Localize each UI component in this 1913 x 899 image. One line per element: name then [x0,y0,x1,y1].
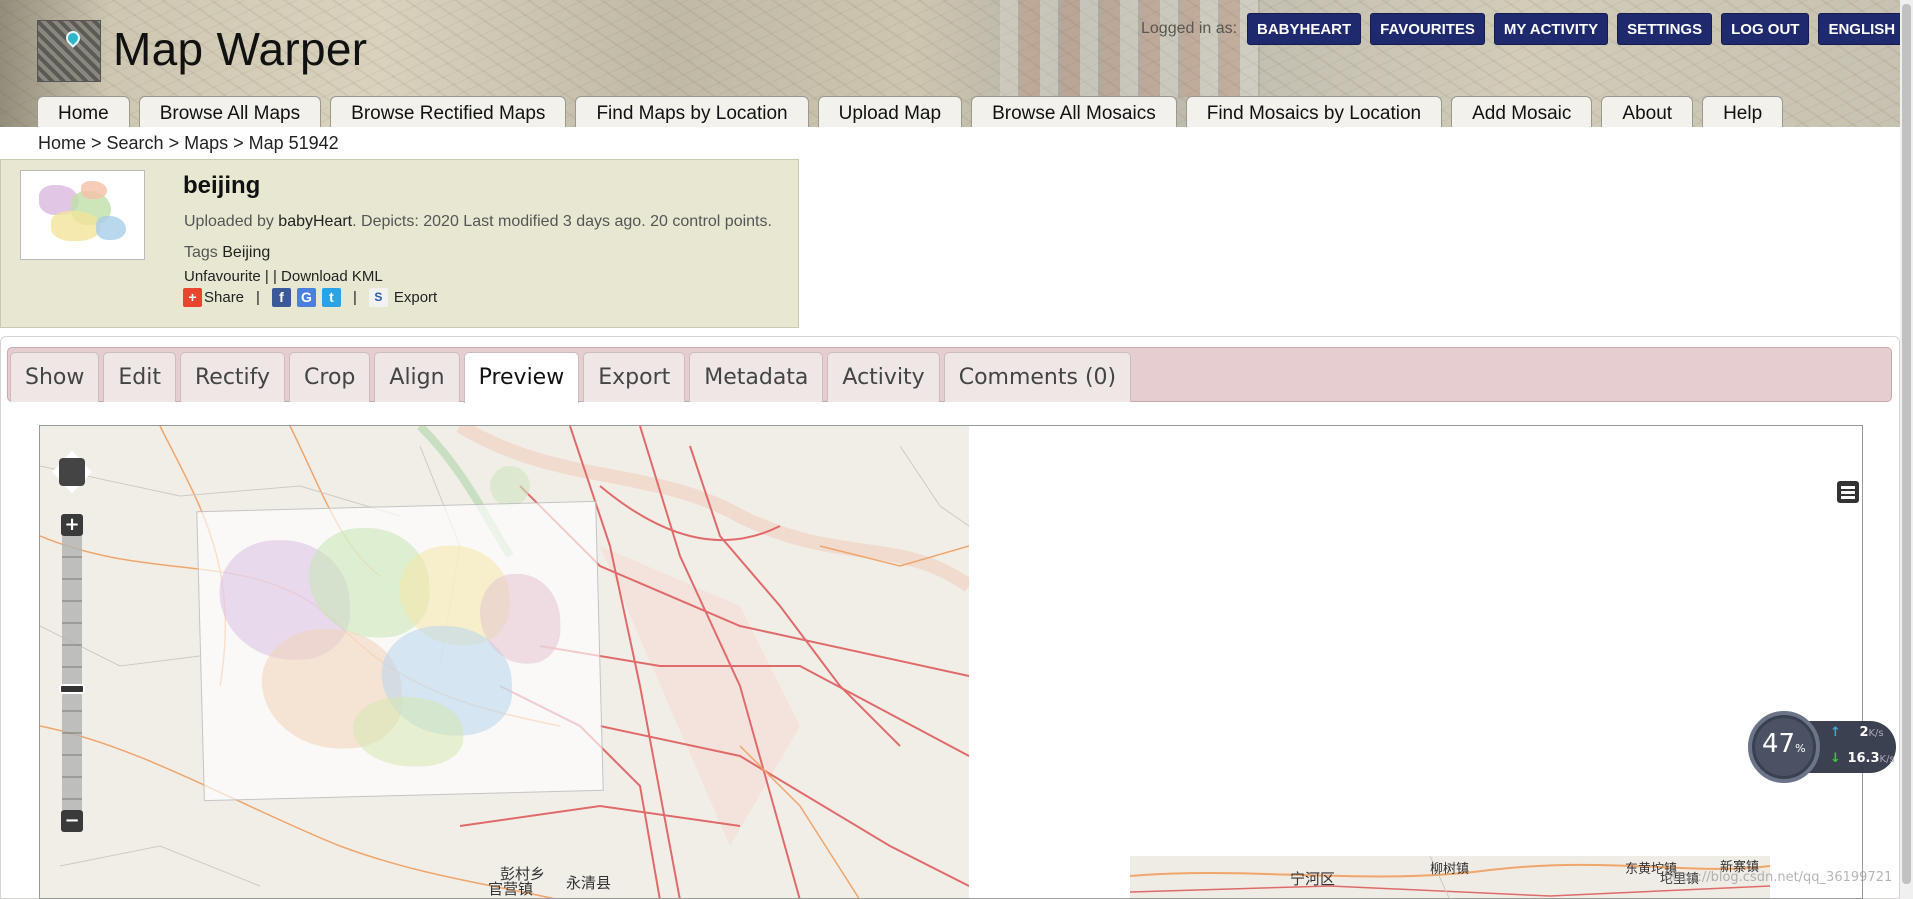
pan-down-icon[interactable] [65,486,79,500]
zoom-slider-handle[interactable] [59,684,85,694]
nav-find-mosaics-by-location[interactable]: Find Mosaics by Location [1185,96,1443,127]
pan-up-icon[interactable] [65,444,79,458]
pan-right-icon[interactable] [85,465,99,479]
user-button-babyheart[interactable]: BABYHEART [1247,13,1362,45]
nav-browse-all-maps[interactable]: Browse All Maps [138,96,322,127]
tab-rectify[interactable]: Rectify [179,352,286,402]
map-label-yongqing: 永清县 [566,874,612,892]
base-map-tile[interactable]: 永清县 彭村乡 官营镇 [40,426,969,898]
tab-comments[interactable]: Comments (0) [943,352,1132,402]
map-label-guanying: 官营镇 [488,880,534,898]
facebook-icon[interactable]: f [271,288,291,307]
breadcrumb-maps[interactable]: Maps [184,133,228,153]
tab-align[interactable]: Align [374,352,460,402]
rectified-map-overlay[interactable] [196,500,604,802]
nav-home[interactable]: Home [37,96,130,127]
map-label-ninghe: 宁河区 [1290,870,1336,888]
network-speed-widget[interactable]: 47% ↑ 2K/s ↓ 16.3K/s [1748,711,1896,783]
download-kml-link[interactable]: Download KML [281,268,383,285]
uploader-link[interactable]: babyHeart [278,213,352,230]
unfavourite-link[interactable]: Unfavourite [184,268,261,285]
tab-metadata[interactable]: Metadata [689,352,824,402]
tab-activity[interactable]: Activity [827,352,940,402]
map-label-liushu: 柳树镇 [1430,862,1470,877]
tab-export[interactable]: Export [583,352,686,402]
memory-percent: 47% [1762,729,1806,759]
site-header: Map Warper Logged in as: BABYHEART FAVOU… [0,0,1900,127]
google-icon[interactable]: G [296,288,316,307]
zoom-in-button[interactable]: + [61,514,83,536]
share-row: + Share | f G t | S Export [183,288,437,307]
log-out-button[interactable]: LOG OUT [1721,13,1810,45]
breadcrumb-home[interactable]: Home [38,133,86,153]
zoom-out-button[interactable]: − [61,810,83,832]
map-upload-info: Uploaded by babyHeart. Depicts: 2020 Las… [184,213,772,230]
language-button[interactable]: ENGLISH (EN) [1818,13,1900,45]
download-arrow-icon: ↓ [1830,751,1841,766]
tab-preview[interactable]: Preview [463,352,580,403]
map-pin-icon [63,28,83,48]
tab-edit[interactable]: Edit [103,352,176,402]
upload-speed: ↑ 2K/s [1830,725,1884,740]
pan-control[interactable] [49,448,95,496]
zoom-control: + − [59,514,85,832]
export-icon[interactable]: S [368,288,388,307]
map-title: beijing [183,172,261,199]
share-plus-icon[interactable]: + [183,288,202,307]
favourites-button[interactable]: FAVOURITES [1370,13,1485,45]
tab-show[interactable]: Show [10,352,100,402]
tab-crop[interactable]: Crop [289,352,371,402]
nav-browse-all-mosaics[interactable]: Browse All Mosaics [971,96,1177,127]
map-thumbnail[interactable] [20,170,145,260]
settings-button[interactable]: SETTINGS [1617,13,1713,45]
map-viewer[interactable]: 永清县 彭村乡 官营镇 宁河区 柳树镇 东黄坨镇 坨里镇 新寨镇 [39,425,1863,899]
site-title[interactable]: Map Warper [113,22,367,76]
download-speed: ↓ 16.3K/s [1830,751,1895,766]
nav-upload-map[interactable]: Upload Map [817,96,963,127]
map-tabs: Show Edit Rectify Crop Align Preview Exp… [10,352,1132,403]
tag-link[interactable]: Beijing [222,244,270,261]
breadcrumb-current: Map 51942 [248,133,339,153]
nav-browse-rectified-maps[interactable]: Browse Rectified Maps [330,96,567,127]
zoom-track[interactable] [62,536,82,810]
watermark: https://blog.csdn.net/qq_36199721 [1664,870,1893,885]
header-city-image [1000,0,1260,97]
map-details: . Depicts: 2020 Last modified 3 days ago… [352,213,772,230]
nav-add-mosaic[interactable]: Add Mosaic [1451,96,1593,127]
page-scrollbar[interactable] [1900,0,1913,899]
logged-in-label: Logged in as: [1141,20,1238,37]
export-link[interactable]: Export [394,289,437,306]
map-actions: Unfavourite | | Download KML [184,268,383,285]
nav-find-maps-by-location[interactable]: Find Maps by Location [575,96,809,127]
map-tags: Tags Beijing [184,244,271,261]
my-activity-button[interactable]: MY ACTIVITY [1493,13,1609,45]
nav-about[interactable]: About [1601,96,1694,127]
upload-arrow-icon: ↑ [1830,725,1841,740]
nav-help[interactable]: Help [1702,96,1784,127]
twitter-icon[interactable]: t [321,288,341,307]
share-link[interactable]: Share [204,289,244,306]
site-logo[interactable] [37,20,101,82]
pan-left-icon[interactable] [45,465,59,479]
main-nav: Home Browse All Maps Browse Rectified Ma… [37,96,1784,127]
user-menu: BABYHEART FAVOURITES MY ACTIVITY SETTING… [1247,13,1900,45]
layer-switcher-icon[interactable] [1837,481,1859,503]
breadcrumb: Home > Search > Maps > Map 51942 [38,133,339,153]
breadcrumb-search[interactable]: Search [107,133,164,153]
